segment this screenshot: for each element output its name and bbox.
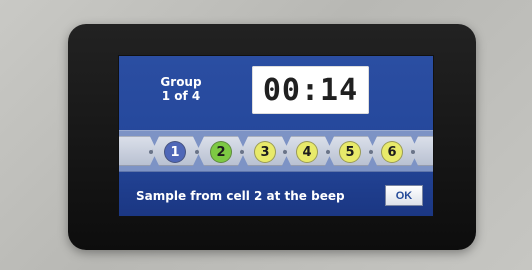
group-label-line-1: Group bbox=[160, 75, 202, 89]
cell-6[interactable]: 6 bbox=[381, 141, 403, 163]
slot-dot bbox=[369, 150, 373, 154]
cell-5[interactable]: 5 bbox=[339, 141, 361, 163]
group-indicator: Group 1 of 4 bbox=[136, 75, 226, 103]
cell-strip: 1 2 3 4 5 6 bbox=[119, 130, 433, 172]
cell-3[interactable]: 3 bbox=[254, 141, 276, 163]
slot-dot bbox=[149, 150, 153, 154]
ok-button[interactable]: OK bbox=[385, 185, 423, 206]
slot-dot bbox=[411, 150, 415, 154]
cell-4[interactable]: 4 bbox=[296, 141, 318, 163]
cell-1[interactable]: 1 bbox=[164, 141, 186, 163]
slot-dot bbox=[240, 150, 244, 154]
cell-2[interactable]: 2 bbox=[210, 141, 232, 163]
instrument-screen: Group 1 of 4 00:14 1 2 3 4 5 6 Sample fr… bbox=[118, 55, 434, 217]
slot-dot bbox=[326, 150, 330, 154]
countdown-timer: 00:14 bbox=[252, 66, 369, 114]
group-label-line-2: 1 of 4 bbox=[161, 89, 201, 103]
slot-dot bbox=[283, 150, 287, 154]
slot-dot bbox=[195, 150, 199, 154]
instruction-message: Sample from cell 2 at the beep bbox=[136, 189, 345, 203]
